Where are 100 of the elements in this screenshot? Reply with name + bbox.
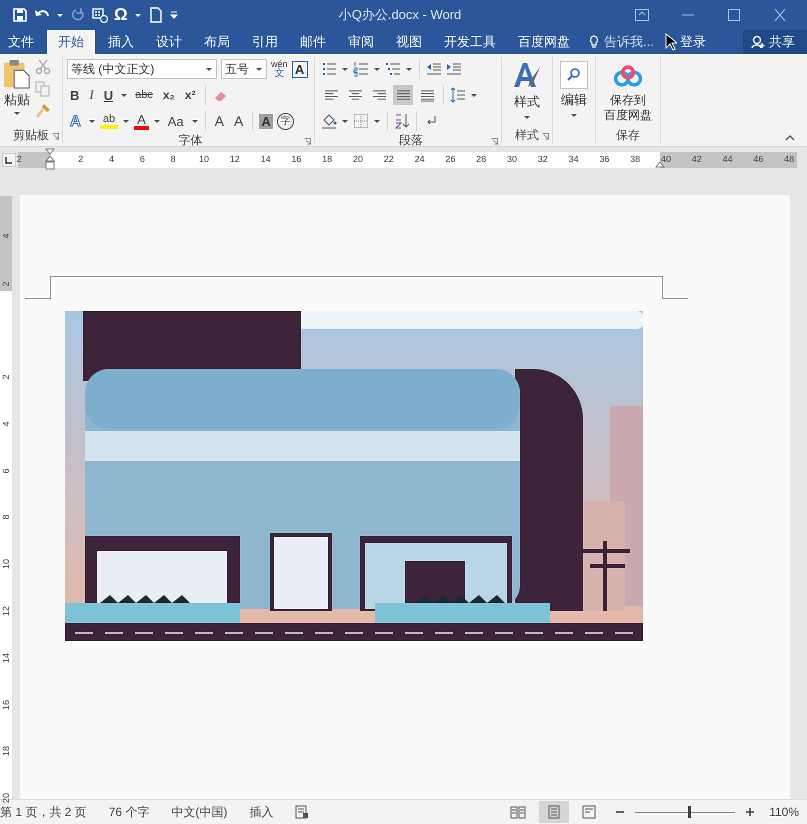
caret-icon[interactable]	[152, 117, 161, 125]
ribbon-tab[interactable]: 开发工具	[433, 30, 507, 54]
ribbon-tab[interactable]: 邮件	[289, 30, 337, 54]
caret-icon[interactable]	[341, 65, 349, 73]
save-to-cloud-button[interactable]: 保存到 百度网盘	[596, 57, 660, 127]
borders-icon[interactable]	[353, 113, 369, 129]
font-color-button[interactable]: A	[134, 112, 149, 130]
ribbon-tab[interactable]: 文件	[0, 30, 45, 54]
underline-button[interactable]: U	[100, 88, 116, 102]
close-icon[interactable]	[773, 9, 787, 21]
macro-record-icon[interactable]	[295, 805, 310, 819]
alignment-button[interactable]	[393, 85, 413, 105]
window-title: 小Q办公.docx - Word	[338, 6, 462, 24]
phonetic-guide-button[interactable]: wén 文	[271, 60, 288, 78]
dialog-launcher-icon[interactable]	[542, 133, 549, 140]
decrease-indent-icon[interactable]	[426, 61, 442, 77]
bold-button[interactable]: B	[67, 88, 82, 102]
caret-icon[interactable]	[88, 117, 96, 125]
ribbon-tab[interactable]: 审阅	[337, 30, 385, 54]
caret-icon	[205, 65, 213, 73]
new-document-icon[interactable]	[148, 7, 164, 23]
styles-button[interactable]: 样式	[502, 57, 552, 127]
alignment-icon	[396, 88, 410, 102]
dialog-launcher-icon[interactable]	[304, 138, 311, 145]
ribbon-tab[interactable]: 百度网盘	[507, 30, 581, 54]
font-size-field[interactable]: 五号	[221, 59, 267, 79]
dialog-launcher-icon[interactable]	[52, 133, 59, 140]
margin-corner-mark	[662, 276, 688, 299]
enclose-characters-button[interactable]: 字	[276, 112, 294, 130]
caret-icon[interactable]	[373, 65, 381, 73]
shrink-font-button[interactable]: A	[231, 113, 246, 129]
dialog-launcher-icon[interactable]	[491, 138, 498, 145]
highlight-button[interactable]: ab	[100, 113, 118, 129]
ribbon-tab[interactable]: 布局	[193, 30, 241, 54]
language-indicator[interactable]: 中文(中国)	[171, 804, 228, 820]
caret-icon[interactable]	[470, 91, 478, 99]
superscript-button[interactable]: x²	[182, 88, 199, 102]
caret-icon[interactable]	[56, 11, 64, 19]
caret-icon	[255, 65, 263, 73]
subscript-button[interactable]: x₂	[160, 88, 178, 102]
redo-icon	[70, 7, 86, 23]
ribbon-tab[interactable]: 视图	[385, 30, 433, 54]
indent-marker-icon[interactable]	[45, 148, 55, 170]
strikethrough-button[interactable]: abc	[132, 89, 156, 101]
numbering-icon[interactable]	[353, 61, 369, 77]
right-indent-marker-icon[interactable]	[655, 160, 665, 168]
caret-icon	[523, 113, 531, 121]
zoom-slider[interactable]	[635, 805, 736, 819]
multilevel-list-icon[interactable]	[385, 61, 401, 77]
group-label: 字体	[178, 132, 202, 148]
maximize-icon[interactable]	[727, 9, 741, 21]
zoom-in-icon[interactable]	[745, 807, 756, 817]
search-icon	[566, 67, 582, 83]
ribbon-display-icon[interactable]	[635, 9, 649, 21]
caret-icon[interactable]	[190, 117, 199, 125]
editing-button[interactable]: 编辑	[553, 57, 595, 127]
ribbon-tab[interactable]: 插入	[97, 30, 145, 54]
sort-icon[interactable]	[394, 113, 410, 129]
document-page[interactable]	[20, 195, 790, 799]
page-count[interactable]: 第 1 页，共 2 页	[0, 804, 87, 820]
increase-indent-icon[interactable]	[446, 61, 462, 77]
customize-icon[interactable]	[170, 11, 178, 19]
ribbon-tab[interactable]: 引用	[241, 30, 289, 54]
line-spacing-icon[interactable]	[450, 87, 466, 103]
ruler-number: 2	[1, 280, 11, 289]
caret-icon[interactable]	[122, 117, 130, 125]
grow-font-button[interactable]: A	[212, 113, 228, 129]
ruler-number: 34	[568, 154, 579, 164]
share-button[interactable]: 共享	[743, 30, 807, 54]
paint-bucket-icon[interactable]	[321, 113, 337, 129]
bullets-icon[interactable]	[321, 61, 337, 77]
character-border-button[interactable]: A	[292, 60, 308, 78]
view-button[interactable]	[539, 801, 570, 823]
ruler-number: 14	[260, 154, 271, 164]
insert-mode-indicator[interactable]: 插入	[249, 804, 274, 820]
caret-icon[interactable]	[134, 11, 142, 19]
ribbon-tab[interactable]: 开始	[47, 30, 95, 54]
caret-icon[interactable]	[373, 117, 381, 125]
collapse-ribbon-icon[interactable]	[785, 135, 795, 141]
symbol-button[interactable]: Ω	[114, 5, 128, 25]
building-illustration-drawing[interactable]	[65, 311, 643, 641]
save-icon[interactable]	[12, 7, 28, 23]
tab-selector[interactable]	[2, 153, 16, 167]
word-count[interactable]: 76 个字	[108, 804, 150, 820]
zoom-level[interactable]: 110%	[769, 805, 807, 819]
italic-button[interactable]: I	[86, 87, 97, 103]
caret-icon[interactable]	[120, 91, 128, 99]
caret-icon[interactable]	[341, 117, 349, 125]
change-case-button[interactable]: Aa	[164, 114, 187, 128]
form-icon[interactable]	[92, 7, 108, 23]
paste-button[interactable]: 粘贴	[3, 57, 31, 127]
ruler-number: 48	[784, 154, 794, 164]
ribbon-tab[interactable]: 设计	[145, 30, 193, 54]
ruler-number: 40	[661, 154, 671, 164]
ruler-number: 14	[1, 652, 11, 664]
font-name-field[interactable]: 等线 (中文正文)	[67, 59, 217, 79]
character-shading-button[interactable]: A	[259, 114, 273, 128]
ruler-number: 8	[170, 154, 176, 164]
caret-icon[interactable]	[405, 65, 413, 73]
tell-me-field[interactable]: 告诉我...	[604, 33, 668, 51]
